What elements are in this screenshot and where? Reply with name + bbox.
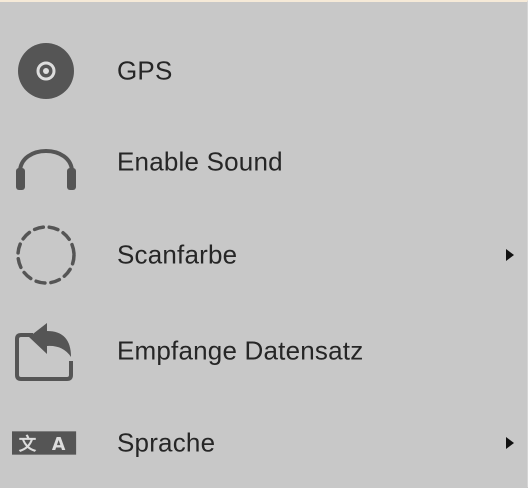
chevron-right-icon (506, 249, 514, 261)
gps-icon (12, 37, 80, 105)
menu-item-label: Enable Sound (117, 146, 283, 177)
menu-item-empfange-datensatz[interactable]: Empfange Datensatz (0, 306, 527, 396)
settings-menu: GPS Enable Sound Scanfarbe Empfange Date… (0, 0, 528, 487)
menu-item-sprache[interactable]: 文 A Sprache (0, 398, 527, 488)
menu-item-label: GPS (117, 55, 173, 86)
chevron-right-icon (506, 437, 514, 449)
svg-text:文: 文 (19, 434, 37, 455)
menu-item-label: Sprache (117, 427, 216, 458)
menu-item-scanfarbe[interactable]: Scanfarbe (0, 210, 527, 300)
menu-item-label: Scanfarbe (117, 239, 238, 270)
menu-item-gps[interactable]: GPS (0, 26, 527, 116)
menu-item-enable-sound[interactable]: Enable Sound (0, 117, 527, 207)
headphones-icon (12, 128, 80, 196)
receive-record-icon (12, 317, 80, 385)
dashed-circle-icon (12, 221, 80, 289)
svg-text:A: A (52, 435, 66, 455)
language-icon: 文 A (12, 409, 80, 477)
menu-item-label: Empfange Datensatz (117, 335, 364, 366)
